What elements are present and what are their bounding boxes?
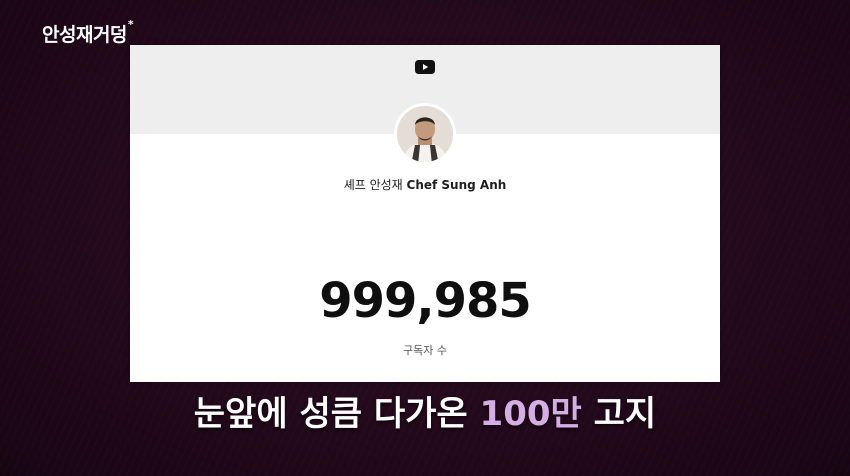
youtube-play-icon <box>415 60 435 74</box>
subscriber-counter-card: 셰프 안성재 Chef Sung Anh 999,985 구독자 수 <box>130 45 720 382</box>
caption-text-after: 고지 <box>581 394 657 434</box>
subtitle-caption: 눈앞에 성큼 다가온 100만 고지 <box>0 386 850 435</box>
channel-avatar <box>394 103 456 165</box>
channel-logo-star: * <box>127 18 134 31</box>
subscriber-count: 999,985 <box>319 273 532 329</box>
channel-logo-text: 안성재거덩 <box>42 24 127 46</box>
subscriber-count-label: 구독자 수 <box>403 344 447 357</box>
channel-name-english: Chef Sung Anh <box>406 178 507 192</box>
channel-logo: 안성재거덩* <box>42 18 134 47</box>
channel-name: 셰프 안성재 Chef Sung Anh <box>130 176 720 193</box>
caption-highlight: 100만 <box>479 394 582 434</box>
channel-name-korean: 셰프 안성재 <box>343 178 403 192</box>
caption-text-before: 눈앞에 성큼 다가온 <box>193 394 480 434</box>
